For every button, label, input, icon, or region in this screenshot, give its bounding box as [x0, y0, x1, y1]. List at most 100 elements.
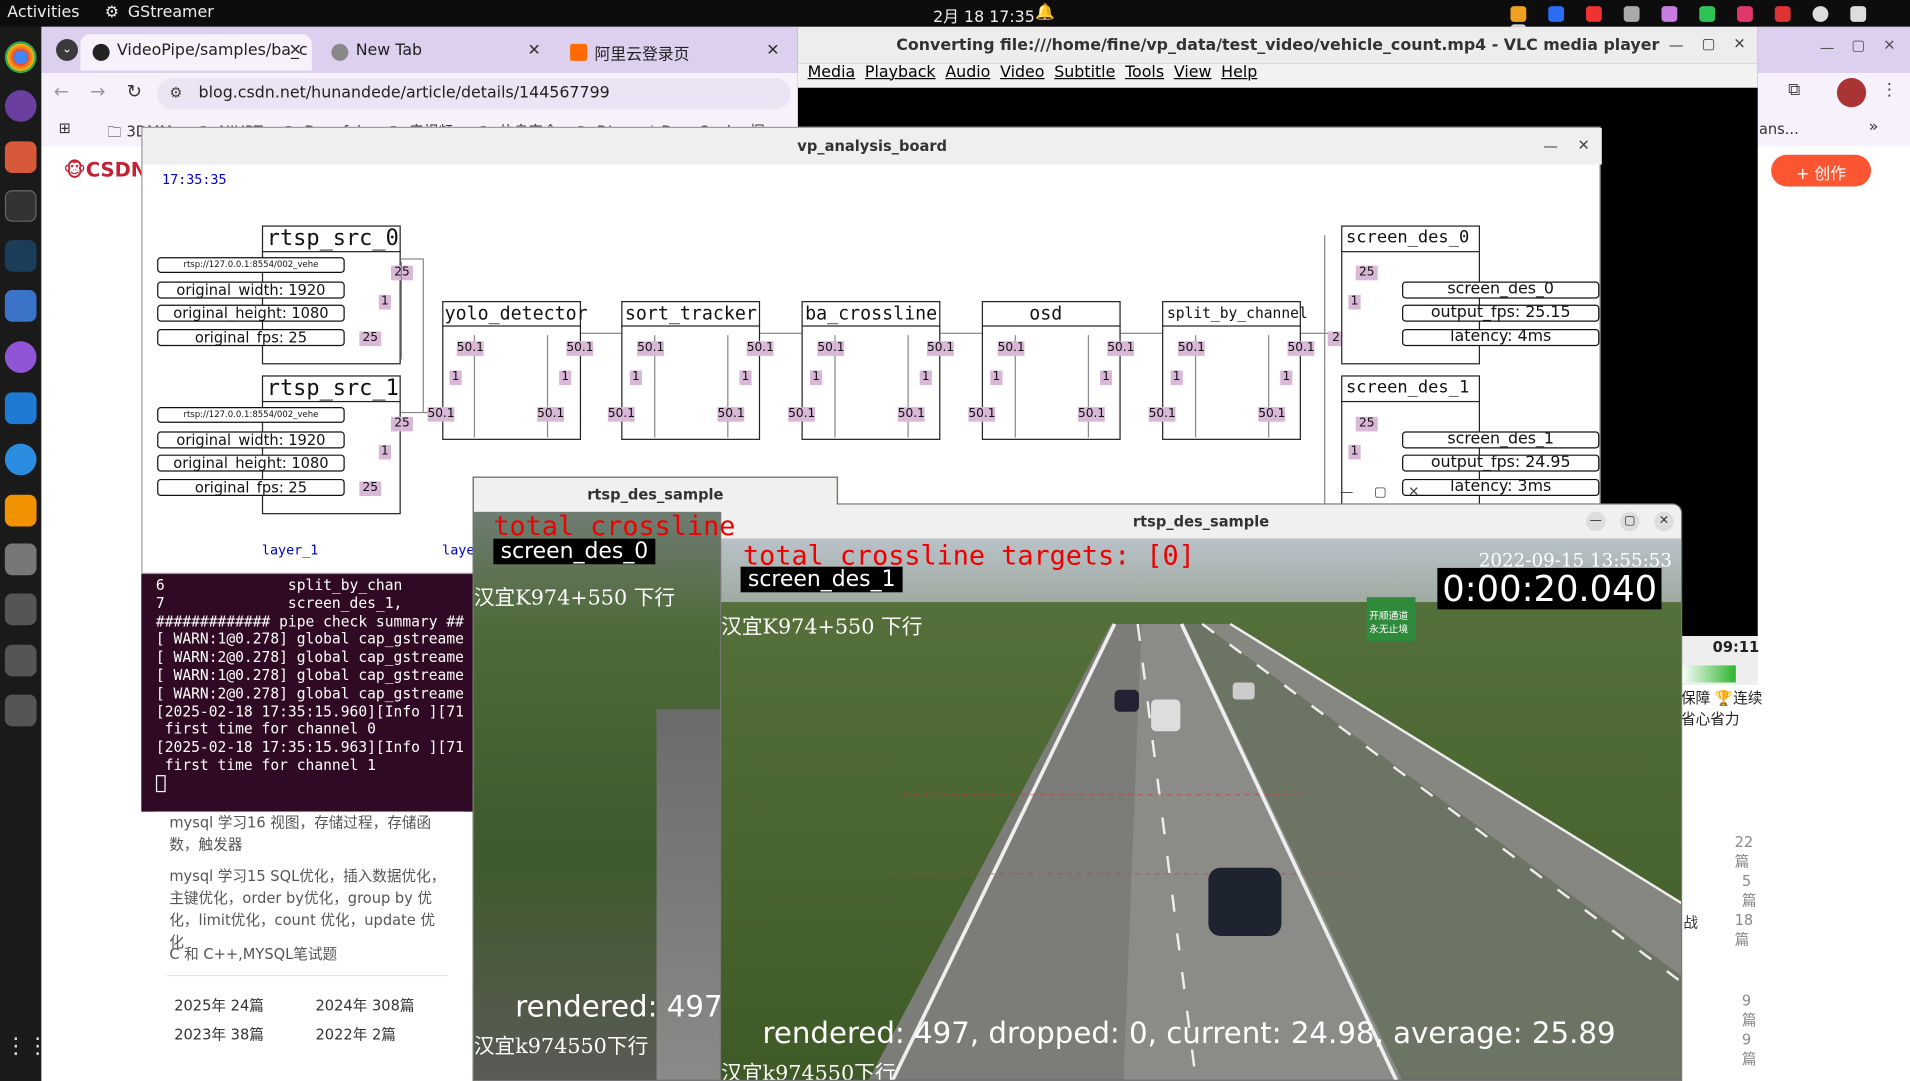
- app-icon[interactable]: [4, 593, 37, 626]
- show-apps-icon[interactable]: ⋮⋮: [5, 1033, 49, 1065]
- create-button[interactable]: + 创作: [1771, 154, 1872, 187]
- aliyun-icon: [570, 43, 588, 61]
- volume-slider[interactable]: [1680, 665, 1736, 683]
- wifi-icon[interactable]: [1812, 6, 1829, 22]
- archive-2024[interactable]: 2024年 308篇: [315, 994, 414, 1015]
- address-bar[interactable]: ⚙ blog.csdn.net/hunandede/article/details…: [157, 77, 791, 110]
- reload-icon[interactable]: ↻: [127, 80, 142, 102]
- minimize-icon[interactable]: —: [1340, 484, 1353, 500]
- trash-icon[interactable]: [4, 694, 37, 727]
- app-icon[interactable]: [4, 90, 37, 122]
- terminal-line: [ WARN:1@0.278] global cap_gstreame: [155, 630, 464, 648]
- tray-app-icon[interactable]: [1661, 6, 1678, 22]
- terminal-line: 6 split_by_chan: [155, 576, 403, 594]
- bell-icon[interactable]: 🔔: [1035, 4, 1055, 22]
- close-icon[interactable]: ✕: [1408, 484, 1419, 500]
- app-icon[interactable]: [4, 341, 37, 373]
- extensions-icon[interactable]: ⧉: [1788, 80, 1800, 99]
- des1-label: screen_des_1: [1402, 431, 1600, 449]
- channel-label: screen_des_1: [740, 566, 903, 593]
- tray-app-icon[interactable]: [1737, 6, 1753, 22]
- archive-2023[interactable]: 2023年 38篇: [174, 1024, 264, 1045]
- minimize-icon[interactable]: —: [1543, 138, 1558, 155]
- menu-playback[interactable]: Playback: [865, 63, 936, 81]
- close-icon[interactable]: ✕: [1733, 35, 1745, 52]
- node-title: split_by_channel: [1166, 304, 1308, 322]
- window-title: rtsp_des_sample: [721, 504, 1681, 539]
- menu-icon[interactable]: ⋮: [1881, 80, 1898, 99]
- minimize-icon[interactable]: —: [1820, 39, 1835, 56]
- src0-height: original_height: 1080: [157, 304, 345, 322]
- video-window-1[interactable]: rtsp_des_sample — ▢ ✕ total crossline ta…: [719, 503, 1683, 1081]
- close-icon[interactable]: ✕: [766, 41, 779, 59]
- node-title: rtsp_src_1: [266, 375, 399, 401]
- vscode-icon[interactable]: [4, 392, 37, 425]
- more-bookmarks-icon[interactable]: »: [1869, 118, 1879, 136]
- menu-audio[interactable]: Audio: [945, 63, 990, 81]
- app-icon[interactable]: [4, 644, 37, 677]
- editor-icon[interactable]: [4, 290, 37, 322]
- menu-video[interactable]: Video: [1000, 63, 1044, 81]
- clock[interactable]: 2月 18 17:35: [933, 4, 1035, 27]
- menu-view[interactable]: View: [1174, 63, 1212, 81]
- terminal-icon[interactable]: [4, 190, 37, 222]
- vlc-time: 09:11: [1712, 638, 1760, 656]
- back-icon[interactable]: ←: [54, 80, 69, 102]
- menu-help[interactable]: Help: [1221, 63, 1257, 81]
- bookmark-overflow[interactable]: ans...: [1759, 121, 1799, 138]
- tab-aliyun[interactable]: 阿里云登录页 ✕: [558, 34, 789, 71]
- settings-icon[interactable]: [4, 543, 37, 576]
- article-link[interactable]: mysql 学习15 SQL优化，插入数据优化，主键优化，order by优化，…: [169, 865, 449, 953]
- tray-app-icon[interactable]: [1623, 6, 1640, 22]
- menu-tools[interactable]: Tools: [1125, 63, 1164, 81]
- close-icon[interactable]: ✕: [528, 41, 541, 59]
- tray-app-icon[interactable]: [1774, 6, 1791, 22]
- close-window-icon[interactable]: ✕: [1883, 37, 1895, 54]
- monitor-icon[interactable]: [4, 240, 37, 272]
- count: 9篇: [1741, 1031, 1757, 1068]
- minimize-icon[interactable]: —: [1669, 37, 1684, 54]
- des0-latency: latency: 4ms: [1402, 329, 1600, 347]
- tray-app-icon[interactable]: [1548, 6, 1565, 22]
- archive-2022[interactable]: 2022年 2篇: [315, 1024, 395, 1045]
- apps-icon[interactable]: ⊞: [58, 119, 70, 136]
- site-info-icon[interactable]: ⚙: [169, 84, 182, 101]
- tab-videopipe[interactable]: VideoPipe/samples/ba_c ✕: [80, 34, 312, 71]
- close-icon[interactable]: ✕: [1577, 136, 1589, 153]
- forward-icon[interactable]: →: [90, 80, 105, 102]
- terminal[interactable]: 6 split_by_chan 7 screen_des_1, ##########…: [141, 574, 473, 812]
- close-icon[interactable]: ✕: [1654, 511, 1674, 532]
- menu-subtitle[interactable]: Subtitle: [1054, 63, 1115, 81]
- terminal-line: ############# pipe check summary ##: [155, 612, 464, 630]
- count: 9篇: [1741, 992, 1757, 1029]
- node-title: ba_crossline: [805, 302, 938, 325]
- wechat-tray-icon[interactable]: [1699, 6, 1716, 22]
- activities-button[interactable]: Activities: [7, 4, 79, 22]
- maximize-icon[interactable]: ▢: [1374, 484, 1387, 500]
- maximize-icon[interactable]: ▢: [1702, 35, 1716, 52]
- volume-icon[interactable]: [1850, 6, 1867, 22]
- archive-2025[interactable]: 2025年 24篇: [174, 994, 264, 1015]
- tab-new-tab[interactable]: New Tab ✕: [319, 34, 550, 71]
- csdn-logo[interactable]: 🐵CSDN: [63, 158, 147, 181]
- tab-search-icon[interactable]: ⌄: [49, 34, 81, 71]
- article-link[interactable]: mysql 学习16 视图，存储过程，存储函数，触发器: [169, 812, 443, 856]
- tray-app-icon[interactable]: [1585, 6, 1602, 22]
- chrome-icon[interactable]: [4, 41, 37, 74]
- files-icon[interactable]: [4, 141, 37, 174]
- vlc-icon[interactable]: [4, 494, 37, 527]
- focused-app-name[interactable]: GStreamer: [128, 4, 214, 22]
- profile-avatar[interactable]: [1836, 77, 1867, 108]
- terminal-line: 7 screen_des_1,: [155, 594, 403, 612]
- app-icon[interactable]: [4, 443, 37, 476]
- github-icon: [92, 43, 110, 61]
- vlc-tray-icon[interactable]: [1510, 6, 1527, 22]
- menu-media[interactable]: Media: [808, 63, 856, 81]
- maximize-icon[interactable]: ▢: [1620, 511, 1640, 532]
- board-title: vp_analysis_board: [142, 127, 1602, 165]
- top-bar: Activities ⚙ GStreamer 2月 18 17:35 🔔: [0, 0, 1910, 41]
- maximize-icon[interactable]: ▢: [1852, 37, 1866, 54]
- article-link[interactable]: C 和 C++,MYSQL笔试题: [169, 943, 443, 964]
- close-icon[interactable]: ✕: [289, 41, 302, 59]
- minimize-icon[interactable]: —: [1585, 511, 1606, 532]
